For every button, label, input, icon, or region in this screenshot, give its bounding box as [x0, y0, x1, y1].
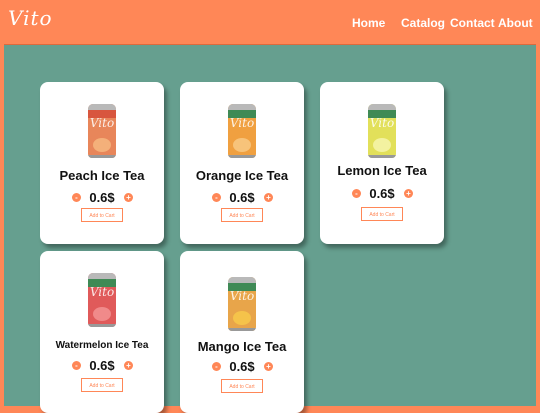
- product-title: Orange Ice Tea: [195, 168, 289, 183]
- add-to-cart-button[interactable]: Add to Cart: [221, 208, 263, 222]
- product-price: 0.6$: [369, 186, 395, 201]
- product-price: 0.6$: [89, 358, 115, 373]
- logo[interactable]: Vito: [8, 6, 53, 30]
- orange-can-image: Vito: [228, 104, 256, 158]
- nav-about-link[interactable]: About: [498, 16, 533, 30]
- product-title: Peach Ice Tea: [59, 168, 145, 183]
- decrease-quantity-button[interactable]: -: [212, 362, 221, 371]
- lemon-can-image: Vito: [368, 104, 396, 158]
- add-to-cart-button[interactable]: Add to Cart: [221, 379, 263, 393]
- can-brand-label: Vito: [89, 285, 115, 299]
- can-brand-label: Vito: [369, 116, 395, 130]
- peach-can-image: Vito: [88, 104, 116, 158]
- product-card-watermelon: Vito Watermelon Ice Tea - 0.6$ + Add to …: [40, 251, 164, 413]
- product-price: 0.6$: [229, 190, 255, 205]
- product-title: Watermelon Ice Tea: [55, 340, 149, 351]
- add-to-cart-button[interactable]: Add to Cart: [361, 207, 403, 221]
- watermelon-can-image: Vito: [88, 273, 116, 327]
- nav-contact-link[interactable]: Contact: [450, 16, 495, 30]
- product-title: Mango Ice Tea: [197, 339, 287, 354]
- product-card-orange: Vito Orange Ice Tea - 0.6$ + Add to Cart: [180, 82, 304, 244]
- nav-catalog-link[interactable]: Catalog: [401, 16, 445, 30]
- decrease-quantity-button[interactable]: -: [212, 193, 221, 202]
- add-to-cart-button[interactable]: Add to Cart: [81, 378, 123, 392]
- increase-quantity-button[interactable]: +: [124, 193, 133, 202]
- increase-quantity-button[interactable]: +: [264, 193, 273, 202]
- add-to-cart-button[interactable]: Add to Cart: [81, 208, 123, 222]
- can-brand-label: Vito: [229, 116, 255, 130]
- product-grid: Vito Peach Ice Tea - 0.6$ + Add to Cart …: [4, 44, 536, 413]
- can-brand-label: Vito: [229, 289, 255, 303]
- product-title: Lemon Ice Tea: [337, 163, 427, 178]
- increase-quantity-button[interactable]: +: [264, 362, 273, 371]
- can-brand-label: Vito: [89, 116, 115, 130]
- decrease-quantity-button[interactable]: -: [352, 189, 361, 198]
- navbar: Vito Home Catalog Contact About: [0, 0, 540, 44]
- decrease-quantity-button[interactable]: -: [72, 361, 81, 370]
- mango-can-image: Vito: [228, 277, 256, 331]
- product-card-mango: Vito Mango Ice Tea - 0.6$ + Add to Cart: [180, 251, 304, 413]
- product-price: 0.6$: [89, 190, 115, 205]
- product-card-peach: Vito Peach Ice Tea - 0.6$ + Add to Cart: [40, 82, 164, 244]
- product-card-lemon: Vito Lemon Ice Tea - 0.6$ + Add to Cart: [320, 82, 444, 244]
- nav-home-link[interactable]: Home: [352, 16, 385, 30]
- decrease-quantity-button[interactable]: -: [72, 193, 81, 202]
- increase-quantity-button[interactable]: +: [404, 189, 413, 198]
- product-price: 0.6$: [229, 359, 255, 374]
- increase-quantity-button[interactable]: +: [124, 361, 133, 370]
